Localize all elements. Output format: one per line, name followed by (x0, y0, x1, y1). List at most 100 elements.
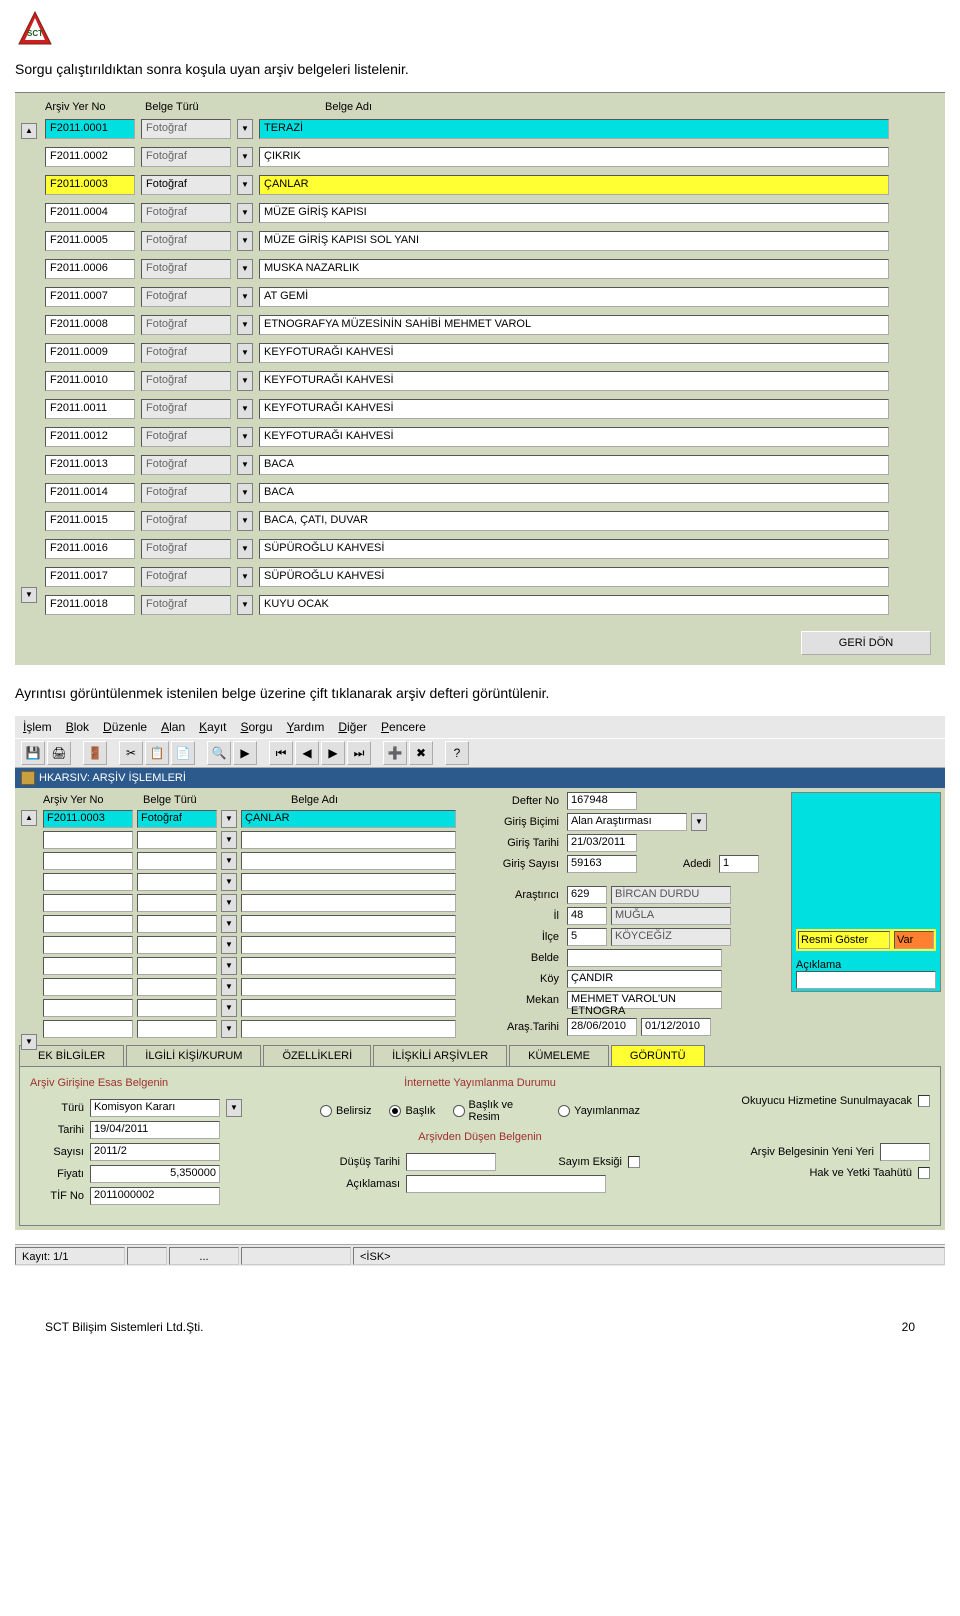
tarihi-field[interactable]: 19/04/2011 (90, 1121, 220, 1139)
il-no-field[interactable]: 48 (567, 907, 607, 925)
cell-tur[interactable]: Fotoğraf (141, 567, 231, 587)
cell-adi[interactable]: ÇANLAR (259, 175, 889, 195)
cell-adi[interactable]: ÇIKRIK (259, 147, 889, 167)
cell-tur[interactable]: Fotoğraf (141, 119, 231, 139)
leftgrid-row[interactable]: ▼ (43, 957, 479, 975)
back-button[interactable]: GERİ DÖN (801, 631, 931, 655)
leftgrid-dd[interactable]: ▼ (221, 978, 237, 996)
cell-adi[interactable]: ETNOGRAFYA MÜZESİNİN SAHİBİ MEHMET VAROL (259, 315, 889, 335)
giristarihi-field[interactable]: 21/03/2011 (567, 834, 637, 852)
leftgrid-dd[interactable]: ▼ (221, 810, 237, 828)
cell-yerno[interactable]: F2011.0015 (45, 511, 135, 531)
tb-paste-icon[interactable]: 📄 (171, 741, 195, 765)
leftgrid-dd[interactable]: ▼ (221, 831, 237, 849)
list-row[interactable]: F2011.0004Fotoğraf▼MÜZE GİRİŞ KAPISI (45, 203, 941, 223)
sayisi-field[interactable]: 2011/2 (90, 1143, 220, 1161)
leftgrid-dd[interactable]: ▼ (221, 957, 237, 975)
cell-dropdown[interactable]: ▼ (237, 315, 253, 335)
cell-dropdown[interactable]: ▼ (237, 595, 253, 615)
koy-field[interactable]: ÇANDIR (567, 970, 722, 988)
leftgrid-row[interactable]: F2011.0003 Fotoğraf ▼ ÇANLAR (43, 810, 479, 828)
scroll-up-button[interactable]: ▲ (21, 123, 37, 139)
list-row[interactable]: F2011.0017Fotoğraf▼SÜPÜROĞLU KAHVESİ (45, 567, 941, 587)
leftgrid-adi[interactable] (241, 1020, 456, 1038)
cell-adi[interactable]: AT GEMİ (259, 287, 889, 307)
leftgrid-yerno[interactable] (43, 1020, 133, 1038)
list-row[interactable]: F2011.0015Fotoğraf▼BACA, ÇATI, DUVAR (45, 511, 941, 531)
cell-dropdown[interactable]: ▼ (237, 567, 253, 587)
leftgrid-tur[interactable] (137, 1020, 217, 1038)
cell-yerno[interactable]: F2011.0017 (45, 567, 135, 587)
radio-yayimlanmaz[interactable]: Yayımlanmaz (558, 1105, 640, 1117)
dusus-field[interactable] (406, 1153, 496, 1171)
cell-dropdown[interactable]: ▼ (237, 483, 253, 503)
leftgrid-row[interactable]: ▼ (43, 915, 479, 933)
tb-first-icon[interactable]: ⏮ (269, 741, 293, 765)
cell-dropdown[interactable]: ▼ (237, 399, 253, 419)
turu-field[interactable]: Komisyon Kararı (90, 1099, 220, 1117)
menu-item[interactable]: Sorgu (240, 720, 272, 734)
leftgrid-yerno[interactable] (43, 978, 133, 996)
list-row[interactable]: F2011.0003Fotoğraf▼ÇANLAR (45, 175, 941, 195)
list-row[interactable]: F2011.0005Fotoğraf▼MÜZE GİRİŞ KAPISI SOL… (45, 231, 941, 251)
cell-adi[interactable]: KEYFOTURAĞI KAHVESİ (259, 427, 889, 447)
leftgrid-row[interactable]: ▼ (43, 1020, 479, 1038)
radio-baslik-resim[interactable]: Başlık ve Resim (453, 1099, 540, 1123)
cell-tur[interactable]: Fotoğraf (141, 399, 231, 419)
scroll-down-button[interactable]: ▼ (21, 587, 37, 603)
hak-checkbox[interactable] (918, 1167, 930, 1179)
leftgrid-scroll-up[interactable]: ▲ (21, 810, 37, 826)
cell-tur[interactable]: Fotoğraf (141, 287, 231, 307)
leftgrid-adi[interactable] (241, 936, 456, 954)
cell-yerno[interactable]: F2011.0018 (45, 595, 135, 615)
cell-tur[interactable]: Fotoğraf (141, 259, 231, 279)
cell-yerno[interactable]: F2011.0008 (45, 315, 135, 335)
tb-prev-icon[interactable]: ◀ (295, 741, 319, 765)
leftgrid-scroll-down[interactable]: ▼ (21, 1034, 37, 1050)
cell-adi[interactable]: BACA (259, 455, 889, 475)
radio-baslik[interactable]: Başlık (389, 1105, 435, 1117)
leftgrid-tur[interactable] (137, 894, 217, 912)
tab[interactable]: ÖZELLİKLERİ (263, 1045, 371, 1066)
leftgrid-row[interactable]: ▼ (43, 873, 479, 891)
leftgrid-yerno[interactable] (43, 915, 133, 933)
cell-yerno[interactable]: F2011.0004 (45, 203, 135, 223)
leftgrid-yerno[interactable] (43, 852, 133, 870)
cell-yerno[interactable]: F2011.0002 (45, 147, 135, 167)
leftgrid-row[interactable]: ▼ (43, 894, 479, 912)
list-row[interactable]: F2011.0002Fotoğraf▼ÇIKRIK (45, 147, 941, 167)
cell-dropdown[interactable]: ▼ (237, 343, 253, 363)
arastarihi2-field[interactable]: 01/12/2010 (641, 1018, 711, 1036)
leftgrid-tur[interactable] (137, 957, 217, 975)
leftgrid-yerno[interactable] (43, 873, 133, 891)
tb-save-icon[interactable]: 💾 (21, 741, 45, 765)
cell-dropdown[interactable]: ▼ (237, 259, 253, 279)
cell-dropdown[interactable]: ▼ (237, 511, 253, 531)
leftgrid-yerno[interactable] (43, 894, 133, 912)
list-row[interactable]: F2011.0013Fotoğraf▼BACA (45, 455, 941, 475)
cell-adi[interactable]: MUSKA NAZARLIK (259, 259, 889, 279)
adedi-field[interactable]: 1 (719, 855, 759, 873)
cell-dropdown[interactable]: ▼ (237, 287, 253, 307)
list-row[interactable]: F2011.0018Fotoğraf▼KUYU OCAK (45, 595, 941, 615)
cell-tur[interactable]: Fotoğraf (141, 595, 231, 615)
cell-adi[interactable]: KEYFOTURAĞI KAHVESİ (259, 399, 889, 419)
cell-tur[interactable]: Fotoğraf (141, 483, 231, 503)
girissayisi-field[interactable]: 59163 (567, 855, 637, 873)
cell-yerno[interactable]: F2011.0011 (45, 399, 135, 419)
leftgrid-dd[interactable]: ▼ (221, 936, 237, 954)
leftgrid-adi[interactable] (241, 957, 456, 975)
menu-item[interactable]: Blok (66, 720, 89, 734)
leftgrid-tur[interactable] (137, 978, 217, 996)
fiyati-field[interactable]: 5,350000 (90, 1165, 220, 1183)
leftgrid-row[interactable]: ▼ (43, 831, 479, 849)
cell-dropdown[interactable]: ▼ (237, 539, 253, 559)
leftgrid-adi[interactable] (241, 873, 456, 891)
leftgrid-adi[interactable] (241, 852, 456, 870)
cell-yerno[interactable]: F2011.0016 (45, 539, 135, 559)
cell-adi[interactable]: TERAZİ (259, 119, 889, 139)
cell-adi[interactable]: KEYFOTURAĞI KAHVESİ (259, 371, 889, 391)
leftgrid-adi[interactable] (241, 999, 456, 1017)
tb-query-icon[interactable]: 🔍 (207, 741, 231, 765)
yeniyer-field[interactable] (880, 1143, 930, 1161)
